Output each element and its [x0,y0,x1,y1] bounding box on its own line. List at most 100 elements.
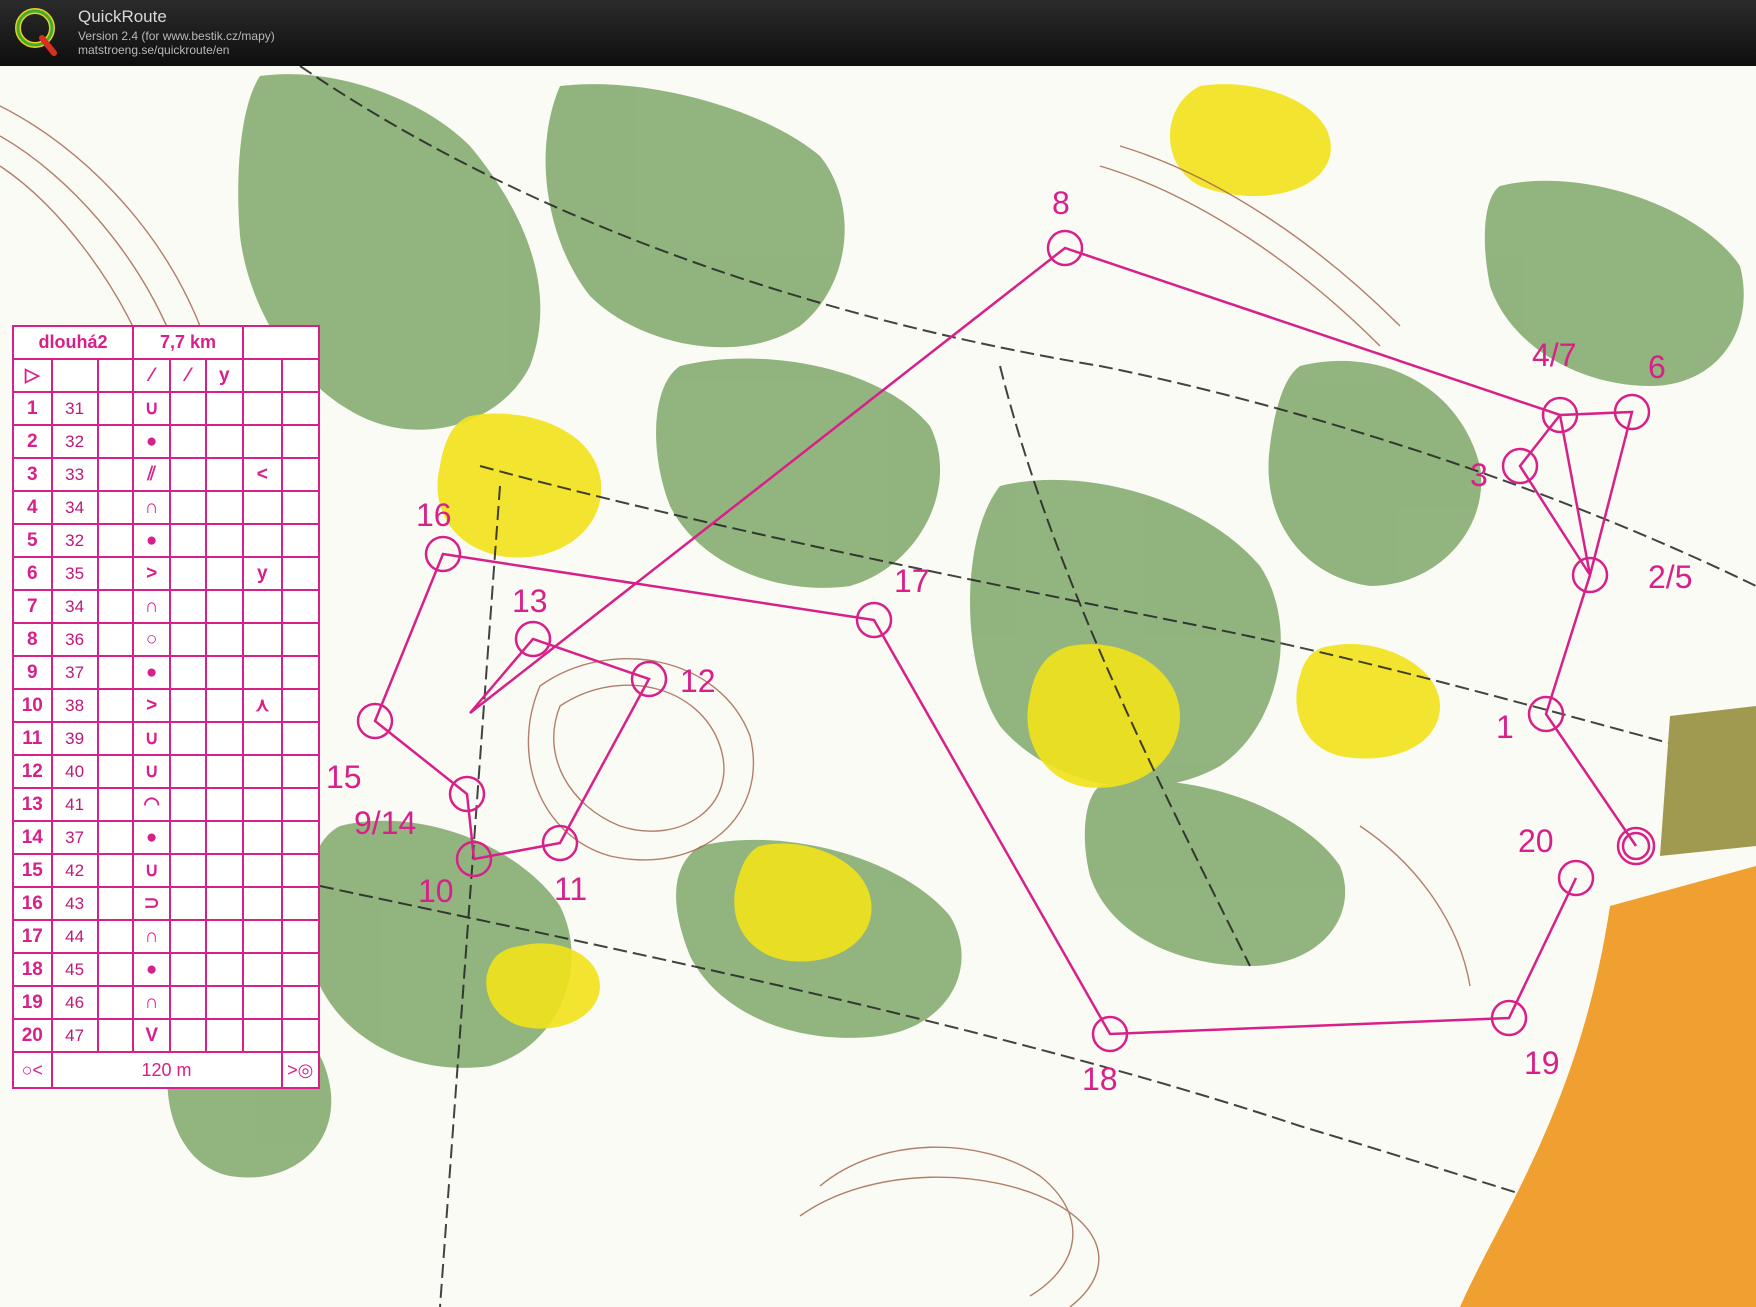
feature-symbol-icon: ∩ [131,919,172,954]
map-label-16: 16 [416,497,452,533]
control-code: 34 [50,589,99,624]
control-code: 37 [50,820,99,855]
extra-symbol-icon [242,886,283,921]
extra-symbol-icon [242,721,283,756]
control-row: 20 47 V [12,1018,321,1053]
control-code: 32 [50,523,99,558]
map-label-6: 6 [1648,349,1666,385]
control-number: 14 [12,820,53,855]
map-label-15: 15 [326,759,362,795]
control-code: 42 [50,853,99,888]
finish-distance: 120 m [50,1051,283,1089]
extra-symbol-icon [242,490,283,525]
control-description-sheet: dlouhá2 7,7 km ▷ ⁄ ⁄ y 1 31 ∪ 2 32 ● 3 33 ⫽ <4 34 ∩… [12,325,321,1089]
control-number: 9 [12,655,53,690]
control-row: 9 37 ● [12,655,321,690]
map-label-19: 19 [1524,1045,1560,1081]
extra-symbol-icon: < [242,457,283,492]
feature-symbol-icon: > [131,556,172,591]
app-version: Version 2.4 (for www.bestik.cz/mapy) mats… [78,29,275,57]
extra-symbol-icon: y [242,556,283,591]
control-row: 14 37 ● [12,820,321,855]
junction-icon: y [204,358,245,393]
feature-symbol-icon: ∩ [131,985,172,1020]
control-number: 17 [12,919,53,954]
map-label-12: 12 [680,663,716,699]
map-label-17: 17 [894,563,930,599]
control-row: 1 31 ∪ [12,391,321,426]
app-title: QuickRoute [78,7,167,26]
control-number: 13 [12,787,53,822]
control-row: 18 45 ● [12,952,321,987]
control-row: 6 35 > y [12,556,321,591]
map-label-4-7: 4/7 [1532,337,1576,373]
control-row: 8 36 ○ [12,622,321,657]
feature-symbol-icon: ● [131,523,172,558]
control-number: 5 [12,523,53,558]
extra-symbol-icon [242,1018,283,1053]
map-label-10: 10 [418,873,454,909]
control-number: 1 [12,391,53,426]
control-code: 39 [50,721,99,756]
control-code: 47 [50,1018,99,1053]
feature-symbol-icon: ⊃ [131,886,172,921]
feature-symbol-icon: ● [131,655,172,690]
control-code: 31 [50,391,99,426]
control-row: 3 33 ⫽ < [12,457,321,492]
control-number: 11 [12,721,53,756]
control-code: 45 [50,952,99,987]
control-number: 20 [12,1018,53,1053]
control-number: 19 [12,985,53,1020]
control-row: 7 34 ∩ [12,589,321,624]
control-code: 32 [50,424,99,459]
extra-symbol-icon [242,622,283,657]
extra-symbol-icon [242,523,283,558]
control-number: 6 [12,556,53,591]
extra-symbol-icon [242,952,283,987]
control-code: 34 [50,490,99,525]
extra-symbol-icon [242,787,283,822]
feature-symbol-icon: ● [131,952,172,987]
map-label-3: 3 [1470,457,1488,493]
control-number: 2 [12,424,53,459]
feature-symbol-icon: ∪ [131,391,172,426]
app-url[interactable]: matstroeng.se/quickroute/en [78,43,229,57]
feature-symbol-icon: ● [131,424,172,459]
control-number: 18 [12,952,53,987]
feature-symbol-icon: V [131,1018,172,1053]
feature-symbol-icon: ● [131,820,172,855]
feature-symbol-icon: ∪ [131,721,172,756]
control-number: 15 [12,853,53,888]
control-row: 5 32 ● [12,523,321,558]
control-row: 16 43 ⊃ [12,886,321,921]
control-code: 41 [50,787,99,822]
extra-symbol-icon [242,985,283,1020]
control-row: 10 38 > ⋏ [12,688,321,723]
control-code: 43 [50,886,99,921]
control-code: 36 [50,622,99,657]
control-number: 3 [12,457,53,492]
control-row: 4 34 ∩ [12,490,321,525]
extra-symbol-icon [242,853,283,888]
control-code: 38 [50,688,99,723]
feature-symbol-icon: ○ [131,622,172,657]
map-label-8: 8 [1052,185,1070,221]
map-label-2-5: 2/5 [1648,559,1692,595]
feature-symbol-icon: ∩ [131,490,172,525]
control-row: 12 40 ∪ [12,754,321,789]
map-label-13: 13 [512,583,548,619]
control-number: 16 [12,886,53,921]
extra-symbol-icon [242,754,283,789]
path-icon: ⁄ [169,358,207,393]
extra-symbol-icon: ⋏ [242,688,283,723]
extra-symbol-icon [242,424,283,459]
control-code: 46 [50,985,99,1020]
course-length: 7,7 km [131,325,245,360]
extra-symbol-icon [242,655,283,690]
control-row: 19 46 ∩ [12,985,321,1020]
control-row: 11 39 ∪ [12,721,321,756]
map-label-18: 18 [1082,1061,1118,1097]
app-header: QuickRoute Version 2.4 (for www.bestik.c… [0,0,1756,66]
extra-symbol-icon [242,589,283,624]
map-label-20: 20 [1518,823,1554,859]
